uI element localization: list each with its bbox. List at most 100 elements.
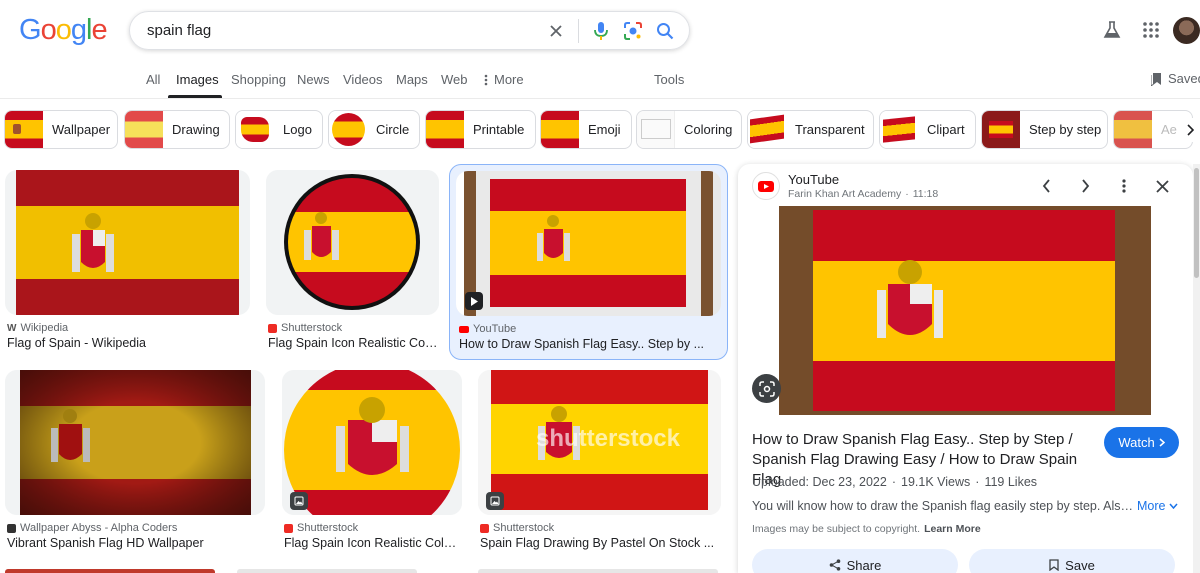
chevron-down-icon bbox=[1169, 503, 1179, 509]
shutterstock-icon bbox=[268, 323, 277, 333]
tab-shopping[interactable]: Shopping bbox=[231, 72, 286, 87]
lens-icon[interactable] bbox=[617, 15, 649, 47]
result-image[interactable] bbox=[456, 171, 721, 316]
tab-videos[interactable]: Videos bbox=[343, 72, 383, 87]
close-panel-button[interactable] bbox=[1148, 172, 1176, 200]
close-icon bbox=[1155, 179, 1169, 193]
result-youtube-selected[interactable]: YouTube How to Draw Spanish Flag Easy.. … bbox=[449, 164, 728, 360]
next-row-result-peek bbox=[5, 569, 215, 573]
share-button[interactable]: Share bbox=[752, 549, 958, 573]
next-button[interactable] bbox=[1071, 172, 1099, 200]
chip-drawing[interactable]: Drawing bbox=[124, 110, 230, 149]
view-count: 19.1K Views bbox=[901, 475, 971, 489]
panel-title-line: How to Draw Spanish Flag Easy.. Step by … bbox=[752, 431, 1073, 448]
search-input[interactable]: spain flag bbox=[130, 22, 540, 39]
tab-web[interactable]: Web bbox=[441, 72, 468, 87]
next-row-result-peek bbox=[478, 569, 718, 573]
chip-label: Logo bbox=[283, 122, 312, 137]
tab-maps[interactable]: Maps bbox=[396, 72, 428, 87]
youtube-icon bbox=[459, 325, 469, 333]
chip-thumbnail bbox=[880, 111, 918, 148]
tab-news[interactable]: News bbox=[297, 72, 330, 87]
result-title[interactable]: How to Draw Spanish Flag Easy.. Step by … bbox=[459, 337, 721, 351]
panel-preview-image[interactable] bbox=[738, 206, 1193, 415]
scrollbar-thumb[interactable] bbox=[1194, 168, 1199, 278]
save-button[interactable]: Save bbox=[969, 549, 1175, 573]
result-title[interactable]: Spain Flag Drawing By Pastel On Stock ..… bbox=[480, 536, 720, 550]
chip-thumbnail bbox=[541, 111, 579, 148]
panel-duration: 11:18 bbox=[912, 188, 939, 200]
learn-more-link[interactable]: Learn More bbox=[924, 523, 981, 535]
next-row-result-peek bbox=[237, 569, 417, 573]
logo-letter: o bbox=[40, 14, 57, 46]
result-source-label: Shutterstock bbox=[297, 522, 359, 534]
chip-label: Drawing bbox=[172, 122, 220, 137]
search-box[interactable]: spain flag bbox=[129, 11, 690, 50]
clear-icon[interactable] bbox=[540, 15, 572, 47]
chip-emoji[interactable]: Emoji bbox=[540, 110, 632, 149]
more-vert-icon bbox=[484, 74, 488, 85]
tab-more-label: More bbox=[494, 72, 524, 87]
chip-thumbnail bbox=[329, 111, 367, 148]
result-source: Shutterstock bbox=[284, 522, 358, 534]
chevron-left-icon bbox=[1042, 179, 1050, 193]
watch-button[interactable]: Watch bbox=[1104, 427, 1179, 458]
logo-letter: g bbox=[70, 14, 87, 46]
chip-transparent[interactable]: Transparent bbox=[747, 110, 874, 149]
result-title[interactable]: Flag of Spain - Wikipedia bbox=[7, 336, 252, 350]
play-icon bbox=[465, 292, 483, 310]
chip-wallpaper[interactable]: Wallpaper bbox=[4, 110, 118, 149]
google-logo[interactable]: Google bbox=[19, 14, 108, 47]
chip-clipart[interactable]: Clipart bbox=[879, 110, 976, 149]
previous-button[interactable] bbox=[1032, 172, 1060, 200]
apps-icon[interactable] bbox=[1139, 18, 1163, 42]
search-icon[interactable] bbox=[649, 15, 681, 47]
avatar[interactable] bbox=[1173, 17, 1200, 44]
result-source: Shutterstock bbox=[268, 322, 342, 334]
result-source-label: YouTube bbox=[473, 323, 517, 335]
result-source-label: Shutterstock bbox=[493, 522, 555, 534]
microphone-icon[interactable] bbox=[585, 15, 617, 47]
saved-button[interactable]: Saved bbox=[1151, 71, 1200, 86]
tab-more[interactable]: More bbox=[484, 72, 524, 87]
result-source-label: Wallpaper Abyss - Alpha Coders bbox=[20, 522, 178, 534]
result-image[interactable] bbox=[5, 370, 265, 515]
result-image[interactable]: shutterstock bbox=[478, 370, 721, 515]
result-image[interactable] bbox=[266, 170, 439, 315]
result-title[interactable]: Flag Spain Icon Realistic Color ... bbox=[284, 536, 462, 550]
result-title[interactable]: Vibrant Spanish Flag HD Wallpaper bbox=[7, 536, 267, 550]
chip-coloring[interactable]: Coloring bbox=[636, 110, 742, 149]
panel-channel-line: Farin Khan Art Academy · 11:18 bbox=[788, 188, 938, 200]
labs-icon[interactable] bbox=[1100, 18, 1124, 42]
shutterstock-icon bbox=[480, 523, 489, 533]
panel-scrollbar[interactable] bbox=[1193, 164, 1200, 573]
watermark-text: shutterstock bbox=[536, 425, 681, 452]
chip-label: Coloring bbox=[684, 122, 733, 137]
tab-images[interactable]: Images bbox=[176, 72, 219, 87]
result-image[interactable] bbox=[5, 170, 250, 315]
lens-search-button[interactable] bbox=[752, 374, 781, 403]
chip-thumbnail bbox=[125, 111, 163, 148]
tab-all[interactable]: All bbox=[146, 72, 160, 87]
chip-circle[interactable]: Circle bbox=[328, 110, 420, 149]
panel-meta-separator: · bbox=[905, 188, 909, 200]
logo-letter: e bbox=[91, 14, 107, 46]
chips-next-arrow[interactable] bbox=[1180, 118, 1200, 142]
more-options-button[interactable] bbox=[1110, 172, 1138, 200]
save-label: Save bbox=[1065, 557, 1095, 573]
more-description-button[interactable]: More bbox=[1137, 499, 1179, 513]
tools-button[interactable]: Tools bbox=[654, 72, 684, 87]
logo-letter: G bbox=[19, 14, 42, 46]
result-title[interactable]: Flag Spain Icon Realistic Col... bbox=[268, 336, 438, 350]
result-image[interactable] bbox=[282, 370, 462, 515]
chip-thumbnail bbox=[748, 111, 786, 148]
header-divider bbox=[0, 98, 1200, 99]
chip-printable[interactable]: Printable bbox=[425, 110, 536, 149]
panel-stats: Uploaded: Dec 23, 2022 · 19.1K Views · 1… bbox=[752, 475, 1037, 489]
search-divider bbox=[578, 18, 579, 43]
chip-step-by-step[interactable]: Step by step bbox=[981, 110, 1108, 149]
shutterstock-icon bbox=[284, 523, 293, 533]
chip-logo[interactable]: Logo bbox=[235, 110, 323, 149]
panel-site-name[interactable]: YouTube bbox=[788, 172, 839, 187]
chevron-right-icon bbox=[1159, 438, 1165, 447]
